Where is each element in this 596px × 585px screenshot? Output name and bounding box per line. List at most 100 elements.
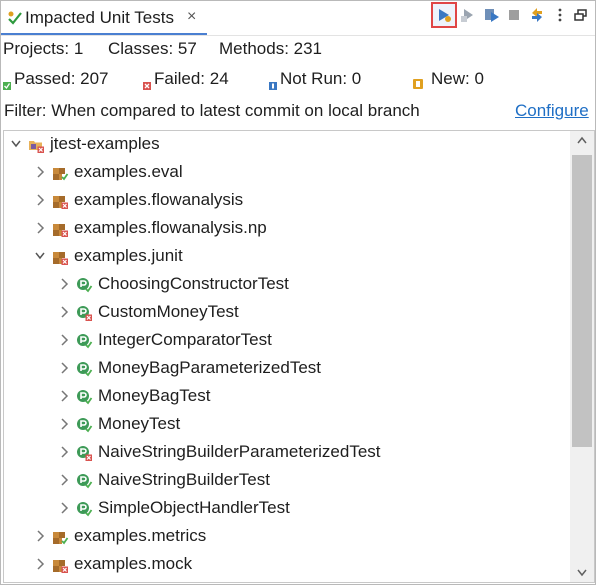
tree-row[interactable]: SimpleObjectHandlerTest — [4, 495, 567, 523]
tree-item-label: examples.flowanalysis — [74, 190, 244, 209]
tree-row[interactable]: jtest-examples — [4, 131, 567, 159]
not-run-count: Not Run: 0 — [280, 69, 362, 88]
chevron-right-icon[interactable] — [58, 445, 70, 459]
tree-row[interactable]: MoneyBagParameterizedTest — [4, 355, 567, 383]
run-icon — [439, 9, 451, 22]
tree-row[interactable]: examples.flowanalysis — [4, 187, 567, 215]
class-passed-icon — [76, 361, 93, 377]
class-passed-icon — [76, 417, 93, 433]
summary-statuses: Passed: 207 Failed: 24 Not Run: 0 New: 0 — [1, 69, 595, 91]
vertical-scrollbar[interactable] — [570, 131, 594, 582]
configure-link[interactable]: Configure — [515, 101, 589, 121]
more-icon — [558, 8, 562, 22]
tree-item-label: ChoosingConstructorTest — [98, 274, 289, 293]
tree-row[interactable]: examples.junit — [4, 243, 567, 271]
chevron-right-icon[interactable] — [34, 221, 46, 235]
classes-count: Classes: 57 — [108, 39, 197, 58]
close-icon[interactable]: × — [187, 8, 196, 26]
filter-description: Filter: When compared to latest commit o… — [4, 101, 420, 120]
chevron-right-icon[interactable] — [34, 557, 46, 571]
tree-row[interactable]: IntegerComparatorTest — [4, 327, 567, 355]
tree-item-label: jtest-examples — [50, 134, 160, 153]
chevron-right-icon[interactable] — [34, 193, 46, 207]
scroll-up-icon[interactable] — [570, 131, 594, 151]
tree-row[interactable]: CustomMoneyTest — [4, 299, 567, 327]
class-passed-icon — [76, 501, 93, 517]
package-failed-icon — [52, 193, 68, 209]
run-button[interactable] — [431, 2, 457, 28]
new-count: New: 0 — [431, 69, 484, 88]
chevron-right-icon[interactable] — [34, 529, 46, 543]
projects-count: Projects: 1 — [3, 39, 84, 58]
chevron-right-icon[interactable] — [58, 333, 70, 347]
test-tree: jtest-examples examples.eval examples.flow… — [3, 130, 595, 583]
chevron-right-icon[interactable] — [58, 501, 70, 515]
chevron-right-icon[interactable] — [58, 473, 70, 487]
class-failed-icon — [76, 305, 92, 321]
tree-row[interactable]: examples.eval — [4, 159, 567, 187]
run-selected-button[interactable] — [457, 4, 479, 26]
chevron-right-icon[interactable] — [58, 417, 70, 431]
tree-item-label: examples.junit — [74, 246, 183, 265]
tree-row[interactable]: examples.metrics — [4, 523, 567, 551]
restore-icon — [574, 9, 587, 21]
view-tab-bar: Impacted Unit Tests × — [1, 1, 595, 36]
chevron-down-icon[interactable] — [10, 137, 22, 151]
run-impacted-button[interactable] — [481, 4, 503, 26]
tree-item-label: CustomMoneyTest — [98, 302, 239, 321]
passed-status-icon — [3, 75, 11, 95]
scrollbar-thumb[interactable] — [572, 155, 592, 447]
tree-row[interactable]: NaiveStringBuilderParameterizedTest — [4, 439, 567, 467]
tree-row[interactable]: examples.flowanalysis.np — [4, 215, 567, 243]
tree-row[interactable]: examples.mock — [4, 551, 567, 579]
impacted-unit-tests-view: Impacted Unit Tests × Projects: 1 Classe… — [0, 0, 596, 585]
tree-row[interactable]: NaiveStringBuilderTest — [4, 467, 567, 495]
tree-item-label: MoneyTest — [98, 414, 181, 433]
class-passed-icon — [76, 333, 93, 349]
tree-item-label: examples.eval — [74, 162, 183, 181]
package-failed-icon — [52, 557, 68, 573]
passed-count: Passed: 207 — [14, 69, 109, 88]
failed-status-icon — [143, 75, 151, 95]
tab-impacted-unit-tests[interactable]: Impacted Unit Tests × — [1, 1, 207, 35]
summary-counts: Projects: 1 Classes: 57 Methods: 231 — [1, 39, 595, 61]
more-button[interactable] — [549, 4, 571, 26]
stop-button[interactable] — [503, 4, 525, 26]
sync-button[interactable] — [526, 4, 548, 26]
package-passed-icon — [52, 165, 69, 181]
run-impacted-icon — [485, 9, 499, 22]
class-passed-icon — [76, 277, 93, 293]
package-passed-icon — [52, 529, 69, 545]
chevron-right-icon[interactable] — [58, 305, 70, 319]
tree-item-label: MoneyBagParameterizedTest — [98, 358, 322, 377]
project-failed-icon — [28, 137, 44, 153]
tree-row[interactable]: MoneyBagTest — [4, 383, 567, 411]
tree-row[interactable]: MoneyTest — [4, 411, 567, 439]
tab-title: Impacted Unit Tests — [25, 8, 174, 27]
tree-item-label: MoneyBagTest — [98, 386, 211, 405]
failed-count: Failed: 24 — [154, 69, 229, 88]
chevron-right-icon[interactable] — [58, 277, 70, 291]
class-passed-icon — [76, 473, 93, 489]
tree-row[interactable]: ChoosingConstructorTest — [4, 271, 567, 299]
run-selected-icon — [461, 9, 473, 22]
tree-item-label: examples.flowanalysis.np — [74, 218, 267, 237]
tree-item-label: IntegerComparatorTest — [98, 330, 272, 349]
scroll-down-icon[interactable] — [570, 562, 594, 582]
chevron-right-icon[interactable] — [34, 165, 46, 179]
package-failed-icon — [52, 249, 68, 265]
tree-item-label: NaiveStringBuilderParameterizedTest — [98, 442, 381, 461]
chevron-down-icon[interactable] — [34, 249, 46, 263]
package-failed-icon — [52, 221, 68, 237]
tree-item-label: NaiveStringBuilderTest — [98, 470, 270, 489]
chevron-right-icon[interactable] — [58, 389, 70, 403]
impacted-tests-icon — [7, 10, 23, 26]
tree-item-label: SimpleObjectHandlerTest — [98, 498, 290, 517]
tree-item-label: examples.mock — [74, 554, 193, 573]
class-failed-icon — [76, 445, 92, 461]
sync-icon — [532, 8, 542, 22]
stop-icon — [509, 10, 519, 20]
chevron-right-icon[interactable] — [58, 361, 70, 375]
restore-button[interactable] — [570, 4, 592, 26]
methods-count: Methods: 231 — [219, 39, 323, 58]
